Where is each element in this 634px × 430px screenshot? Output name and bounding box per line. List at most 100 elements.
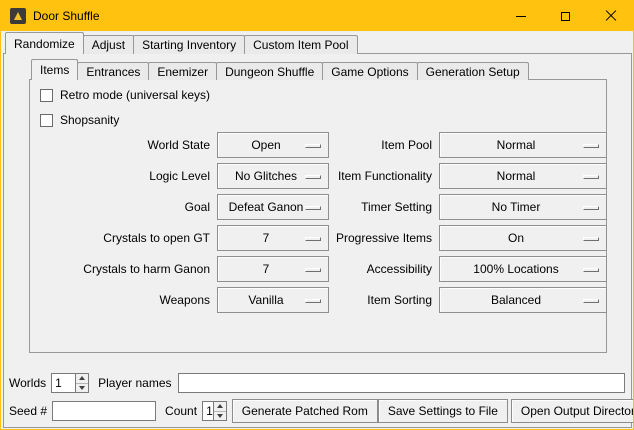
logic-level-label: Logic Level: [30, 163, 210, 189]
dropdown-indicator-icon: [583, 237, 599, 241]
generate-patched-rom-button[interactable]: Generate Patched Rom: [232, 399, 378, 423]
dropdown-indicator-icon: [583, 299, 599, 303]
seed-input[interactable]: [52, 401, 156, 421]
goal-label: Goal: [30, 194, 210, 220]
dropdown-indicator-icon: [583, 175, 599, 179]
open-output-directory-button[interactable]: Open Output Directory: [511, 399, 634, 423]
retro-mode-checkbox[interactable]: [40, 89, 53, 102]
accessibility-label: Accessibility: [336, 256, 432, 282]
tab-custom-item-pool[interactable]: Custom Item Pool: [244, 35, 357, 54]
tab-adjust[interactable]: Adjust: [83, 35, 134, 54]
tab-generation-setup[interactable]: Generation Setup: [417, 62, 529, 80]
dropdown-indicator-icon: [305, 175, 321, 179]
window-title: Door Shuffle: [33, 9, 100, 23]
worlds-spin-down-button[interactable]: [76, 384, 88, 393]
weapons-label: Weapons: [30, 287, 210, 313]
count-spin-up-button[interactable]: [214, 402, 226, 412]
option-row: Weapons Vanilla Item Sorting Balanced: [30, 287, 606, 313]
app-icon: [10, 8, 26, 24]
tab-randomize[interactable]: Randomize: [5, 32, 84, 54]
dropdown-indicator-icon: [305, 268, 321, 272]
count-value[interactable]: 1: [203, 402, 213, 420]
dropdown-indicator-icon: [583, 206, 599, 210]
retro-mode-checkbox-row: Retro mode (universal keys): [40, 88, 210, 102]
dropdown-indicator-icon: [583, 144, 599, 148]
tab-enemizer[interactable]: Enemizer: [148, 62, 217, 80]
retro-mode-label: Retro mode (universal keys): [60, 88, 210, 102]
close-icon: [605, 10, 617, 22]
crystals-ganon-dropdown[interactable]: 7: [217, 256, 329, 282]
tab-entrances[interactable]: Entrances: [77, 62, 149, 80]
worlds-row: Worlds 1 Player names: [9, 373, 625, 393]
option-row: Logic Level No Glitches Item Functionali…: [30, 163, 606, 189]
arrow-up-icon: [217, 404, 223, 408]
count-spin-buttons: [213, 402, 226, 420]
main-tab-bar: Randomize Adjust Starting Inventory Cust…: [5, 32, 358, 54]
crystals-ganon-label: Crystals to harm Ganon: [30, 256, 210, 282]
minimize-icon: [516, 16, 526, 17]
accessibility-dropdown[interactable]: 100% Locations: [439, 256, 607, 282]
item-pool-value: Normal: [440, 133, 606, 157]
minimize-button[interactable]: [498, 1, 543, 31]
logic-level-dropdown[interactable]: No Glitches: [217, 163, 329, 189]
caption-buttons: [498, 1, 633, 31]
arrow-down-icon: [79, 386, 85, 390]
item-functionality-dropdown[interactable]: Normal: [439, 163, 607, 189]
tab-items[interactable]: Items: [31, 59, 78, 80]
arrow-up-icon: [79, 376, 85, 380]
dropdown-indicator-icon: [583, 268, 599, 272]
world-state-dropdown[interactable]: Open: [217, 132, 329, 158]
worlds-spin-up-button[interactable]: [76, 374, 88, 384]
dropdown-indicator-icon: [305, 206, 321, 210]
worlds-spinbox[interactable]: 1: [51, 373, 89, 393]
item-sorting-label: Item Sorting: [336, 287, 432, 313]
dropdown-indicator-icon: [305, 144, 321, 148]
worlds-label: Worlds: [9, 376, 46, 390]
close-button[interactable]: [588, 1, 633, 31]
dropdown-indicator-icon: [305, 237, 321, 241]
item-sorting-value: Balanced: [440, 288, 606, 312]
options-grid: World State Open Item Pool Normal Logic …: [30, 132, 606, 318]
worlds-spin-buttons: [75, 374, 88, 392]
worlds-value[interactable]: 1: [52, 374, 75, 392]
goal-dropdown[interactable]: Defeat Ganon: [217, 194, 329, 220]
progressive-items-dropdown[interactable]: On: [439, 225, 607, 251]
app-window: Door Shuffle Randomize Adjust Starting I…: [0, 0, 634, 430]
timer-setting-dropdown[interactable]: No Timer: [439, 194, 607, 220]
shopsanity-label: Shopsanity: [60, 113, 119, 127]
accessibility-value: 100% Locations: [440, 257, 606, 281]
timer-setting-label: Timer Setting: [336, 194, 432, 220]
seed-row: Seed # Count 1 Generate Patched Rom Save…: [9, 399, 625, 423]
weapons-dropdown[interactable]: Vanilla: [217, 287, 329, 313]
tab-dungeon-shuffle[interactable]: Dungeon Shuffle: [216, 62, 323, 80]
dropdown-indicator-icon: [305, 299, 321, 303]
option-row: Goal Defeat Ganon Timer Setting No Timer: [30, 194, 606, 220]
item-functionality-value: Normal: [440, 164, 606, 188]
item-sorting-dropdown[interactable]: Balanced: [439, 287, 607, 313]
world-state-label: World State: [30, 132, 210, 158]
tab-starting-inventory[interactable]: Starting Inventory: [133, 35, 245, 54]
option-row: Crystals to harm Ganon 7 Accessibility 1…: [30, 256, 606, 282]
tab-game-options[interactable]: Game Options: [322, 62, 417, 80]
option-row: Crystals to open GT 7 Progressive Items …: [30, 225, 606, 251]
item-pool-label: Item Pool: [336, 132, 432, 158]
count-spinbox[interactable]: 1: [202, 401, 227, 421]
timer-setting-value: No Timer: [440, 195, 606, 219]
item-pool-dropdown[interactable]: Normal: [439, 132, 607, 158]
crystals-gt-dropdown[interactable]: 7: [217, 225, 329, 251]
maximize-button[interactable]: [543, 1, 588, 31]
shopsanity-checkbox-row: Shopsanity: [40, 113, 119, 127]
maximize-icon: [561, 12, 570, 21]
sub-tab-bar: Items Entrances Enemizer Dungeon Shuffle…: [31, 59, 529, 80]
items-tab-pane: Retro mode (universal keys) Shopsanity W…: [29, 79, 607, 353]
player-names-input[interactable]: [178, 373, 626, 393]
item-functionality-label: Item Functionality: [336, 163, 432, 189]
shopsanity-checkbox[interactable]: [40, 114, 53, 127]
count-spin-down-button[interactable]: [214, 412, 226, 421]
title-bar: Door Shuffle: [1, 1, 633, 31]
crystals-gt-label: Crystals to open GT: [30, 225, 210, 251]
player-names-label: Player names: [98, 376, 171, 390]
save-settings-button[interactable]: Save Settings to File: [378, 399, 508, 423]
count-label: Count: [165, 404, 197, 418]
window-body: Randomize Adjust Starting Inventory Cust…: [2, 32, 632, 428]
